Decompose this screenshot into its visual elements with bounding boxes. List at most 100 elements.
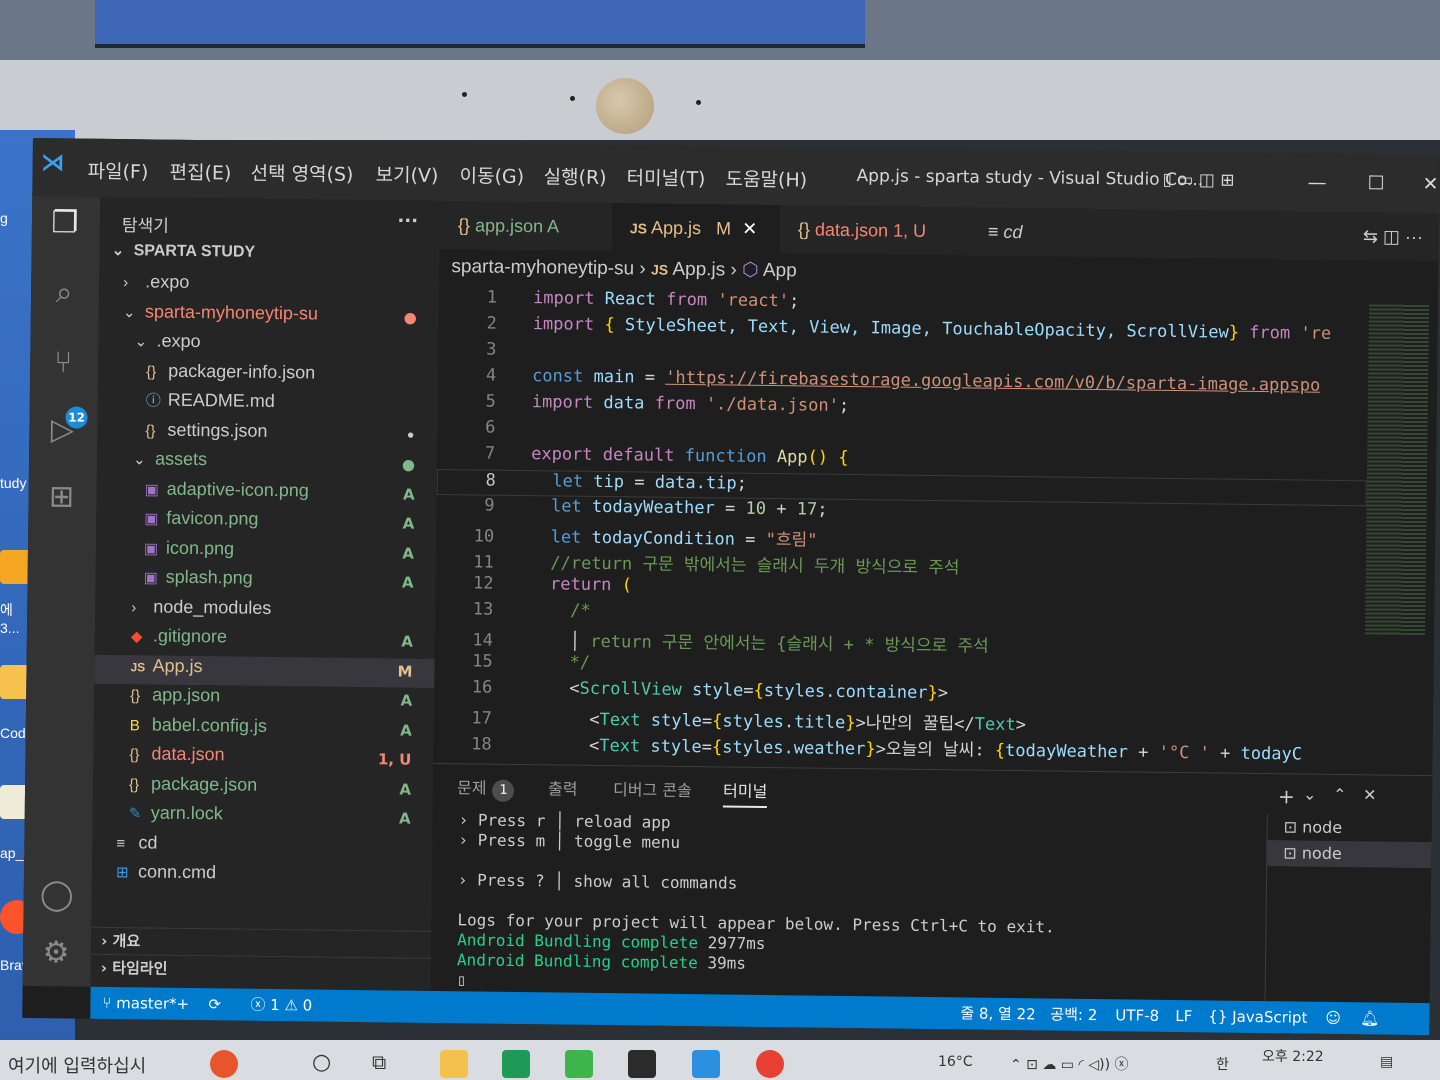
taskbar-search-input[interactable]: 여기에 입력하십시: [8, 1052, 146, 1078]
tree-item[interactable]: ≡ cd: [92, 831, 432, 864]
code-line: 6: [485, 417, 496, 438]
tree-item[interactable]: ⌄ assets ●: [97, 448, 437, 481]
tab-debug-console[interactable]: 디버그 콘솔: [613, 776, 692, 801]
terminal-line: › Press r │ reload app: [458, 810, 671, 832]
close-window-icon[interactable]: ✕: [1422, 173, 1438, 195]
cursor-position[interactable]: 줄 8, 열 22: [960, 997, 1036, 1030]
menu-go[interactable]: 이동(G): [459, 161, 524, 189]
weather-temp[interactable]: 16°C: [938, 1054, 973, 1070]
cortana-icon[interactable]: ○: [312, 1050, 340, 1078]
tree-item[interactable]: ▣ splash.png A: [95, 566, 435, 599]
ime-indicator[interactable]: 한: [1216, 1054, 1229, 1074]
terminal-instance[interactable]: ⊡ node: [1268, 814, 1432, 842]
indent-status[interactable]: 공백: 2: [1050, 998, 1097, 1031]
eol-status[interactable]: LF: [1175, 1000, 1192, 1032]
menu-selection[interactable]: 선택 영역(S): [250, 159, 353, 187]
menu-terminal[interactable]: 터미널(T): [626, 163, 705, 191]
sync-icon[interactable]: ⟳: [208, 988, 221, 1020]
code-editor[interactable]: 1 import React from 'react'; 2 import { St…: [433, 282, 1370, 770]
tree-item-label: .expo: [145, 271, 190, 292]
tree-item[interactable]: {} app.json A: [94, 684, 434, 717]
settings-gear-icon[interactable]: ⚙: [37, 934, 75, 972]
problems-status[interactable]: ⓧ 1 ⚠ 0: [250, 989, 312, 1022]
terminal-line: › Press ? │ show all commands: [457, 870, 738, 893]
photo-root: g tudy 에 3... Codi... ap_key... Brave ⋊ …: [0, 0, 1440, 1080]
notification-center-icon[interactable]: ▤: [1380, 1054, 1393, 1070]
app-green-icon[interactable]: [565, 1050, 593, 1078]
tab-terminal[interactable]: 터미널: [722, 777, 768, 809]
minimap[interactable]: [1365, 304, 1430, 636]
vscode-taskbar-icon[interactable]: [692, 1050, 720, 1078]
new-terminal-icon[interactable]: +: [1278, 784, 1295, 808]
system-tray-icons[interactable]: ⌃ ⊡ ☁ ▭ ◜ ◁)) ⓧ: [1010, 1054, 1129, 1074]
tab-output[interactable]: 출력: [548, 775, 578, 799]
tree-item[interactable]: ✎ yarn.lock A: [93, 802, 433, 835]
code-line: 13 /*: [472, 599, 591, 621]
tab-cd[interactable]: ≡ cd: [970, 207, 1091, 256]
search-icon[interactable]: ⌕: [45, 274, 83, 312]
section-outline[interactable]: › 개요: [91, 926, 432, 957]
terminal-app-icon[interactable]: [628, 1050, 656, 1078]
tree-item[interactable]: {} settings.json •: [97, 418, 437, 451]
chrome-icon[interactable]: [756, 1050, 784, 1078]
menu-help[interactable]: 도움말(H): [725, 164, 807, 192]
tree-item[interactable]: ◆ .gitignore A: [95, 625, 435, 658]
menu-edit[interactable]: 편집(E): [169, 158, 231, 186]
tree-item[interactable]: › node_modules: [95, 595, 435, 628]
run-debug-icon[interactable]: ▷: [43, 411, 81, 449]
tree-item[interactable]: ▣ adaptive-icon.png A: [97, 477, 437, 510]
account-icon[interactable]: ◯: [38, 876, 76, 914]
tree-item[interactable]: {} data.json 1, U: [93, 743, 433, 776]
extensions-icon[interactable]: ⊞: [42, 478, 80, 516]
editor-actions-icon[interactable]: ⇆ ◫ ···: [1345, 212, 1424, 261]
more-actions-icon[interactable]: ···: [397, 210, 418, 231]
chevron-down-icon[interactable]: ⌄: [1303, 785, 1317, 804]
tree-item[interactable]: ⌄ .expo: [98, 330, 438, 363]
tree-item[interactable]: {} package.json A: [93, 772, 433, 805]
maximize-panel-icon[interactable]: ⌃: [1333, 785, 1347, 804]
tab-app-js[interactable]: JS App.js M ✕: [611, 203, 781, 254]
task-view-icon[interactable]: ⧉: [372, 1050, 400, 1078]
branch-status[interactable]: ⑂ master*+: [102, 987, 189, 1020]
terminal-instance[interactable]: ⊡ node: [1267, 840, 1432, 869]
tree-item-label: app.json: [152, 684, 221, 706]
workspace-root[interactable]: ⌄ SPARTA STUDY: [99, 241, 439, 274]
pycharm-icon[interactable]: [502, 1050, 530, 1078]
notifications-bell-icon[interactable]: 🔔︎: [1360, 1002, 1379, 1034]
file-explorer-icon[interactable]: [440, 1050, 468, 1078]
tree-item[interactable]: ⓘ README.md: [98, 389, 438, 422]
tab-data-json[interactable]: {} data.json 1, U: [780, 205, 971, 255]
tree-item[interactable]: ▣ favicon.png A: [96, 507, 436, 540]
tab-app-json[interactable]: {} app.json A: [440, 201, 613, 251]
terminal-cursor[interactable]: ▯: [457, 970, 467, 989]
menu-run[interactable]: 실행(R): [543, 162, 606, 190]
vscode-logo-icon: ⋊: [40, 148, 65, 177]
minimize-icon[interactable]: —: [1307, 172, 1326, 194]
explorer-icon[interactable]: ❐: [46, 204, 84, 242]
feedback-icon[interactable]: ☺: [1325, 1002, 1341, 1034]
tree-item[interactable]: ⊞ conn.cmd: [92, 861, 432, 894]
maximize-icon[interactable]: ☐: [1367, 172, 1384, 194]
breadcrumb-symbol[interactable]: App: [763, 260, 797, 281]
breadcrumb-file[interactable]: App.js: [672, 259, 725, 281]
close-tab-icon[interactable]: ✕: [742, 219, 757, 239]
code-line: 3: [486, 339, 497, 360]
cube-icon: ⬡: [741, 259, 759, 281]
tab-problems[interactable]: 문제 1: [457, 774, 515, 802]
tree-item[interactable]: Bbabel.config.js A: [94, 713, 434, 746]
menu-view[interactable]: 보기(V): [375, 160, 438, 188]
encoding-status[interactable]: UTF-8: [1115, 999, 1159, 1032]
close-panel-icon[interactable]: ✕: [1363, 785, 1377, 804]
section-timeline[interactable]: › 타임라인: [90, 953, 432, 984]
clock[interactable]: 오후 2:22: [1262, 1046, 1324, 1066]
menu-file[interactable]: 파일(F): [87, 157, 148, 185]
tree-item[interactable]: {} packager-info.json: [98, 359, 438, 392]
language-status[interactable]: {} JavaScript: [1208, 1000, 1307, 1033]
tree-item[interactable]: › .expo: [99, 271, 439, 304]
tree-item[interactable]: ⌄ sparta-myhoneytip-su ●: [99, 300, 439, 333]
layout-toggle-icon[interactable]: ▯ ▭ ◫ ⊞: [1162, 170, 1234, 191]
breadcrumb-folder[interactable]: sparta-myhoneytip-su: [451, 256, 634, 279]
tree-item[interactable]: JS App.js M: [94, 654, 435, 688]
source-control-icon[interactable]: ⑂: [44, 344, 82, 382]
tree-item[interactable]: ▣ icon.png A: [96, 536, 436, 569]
